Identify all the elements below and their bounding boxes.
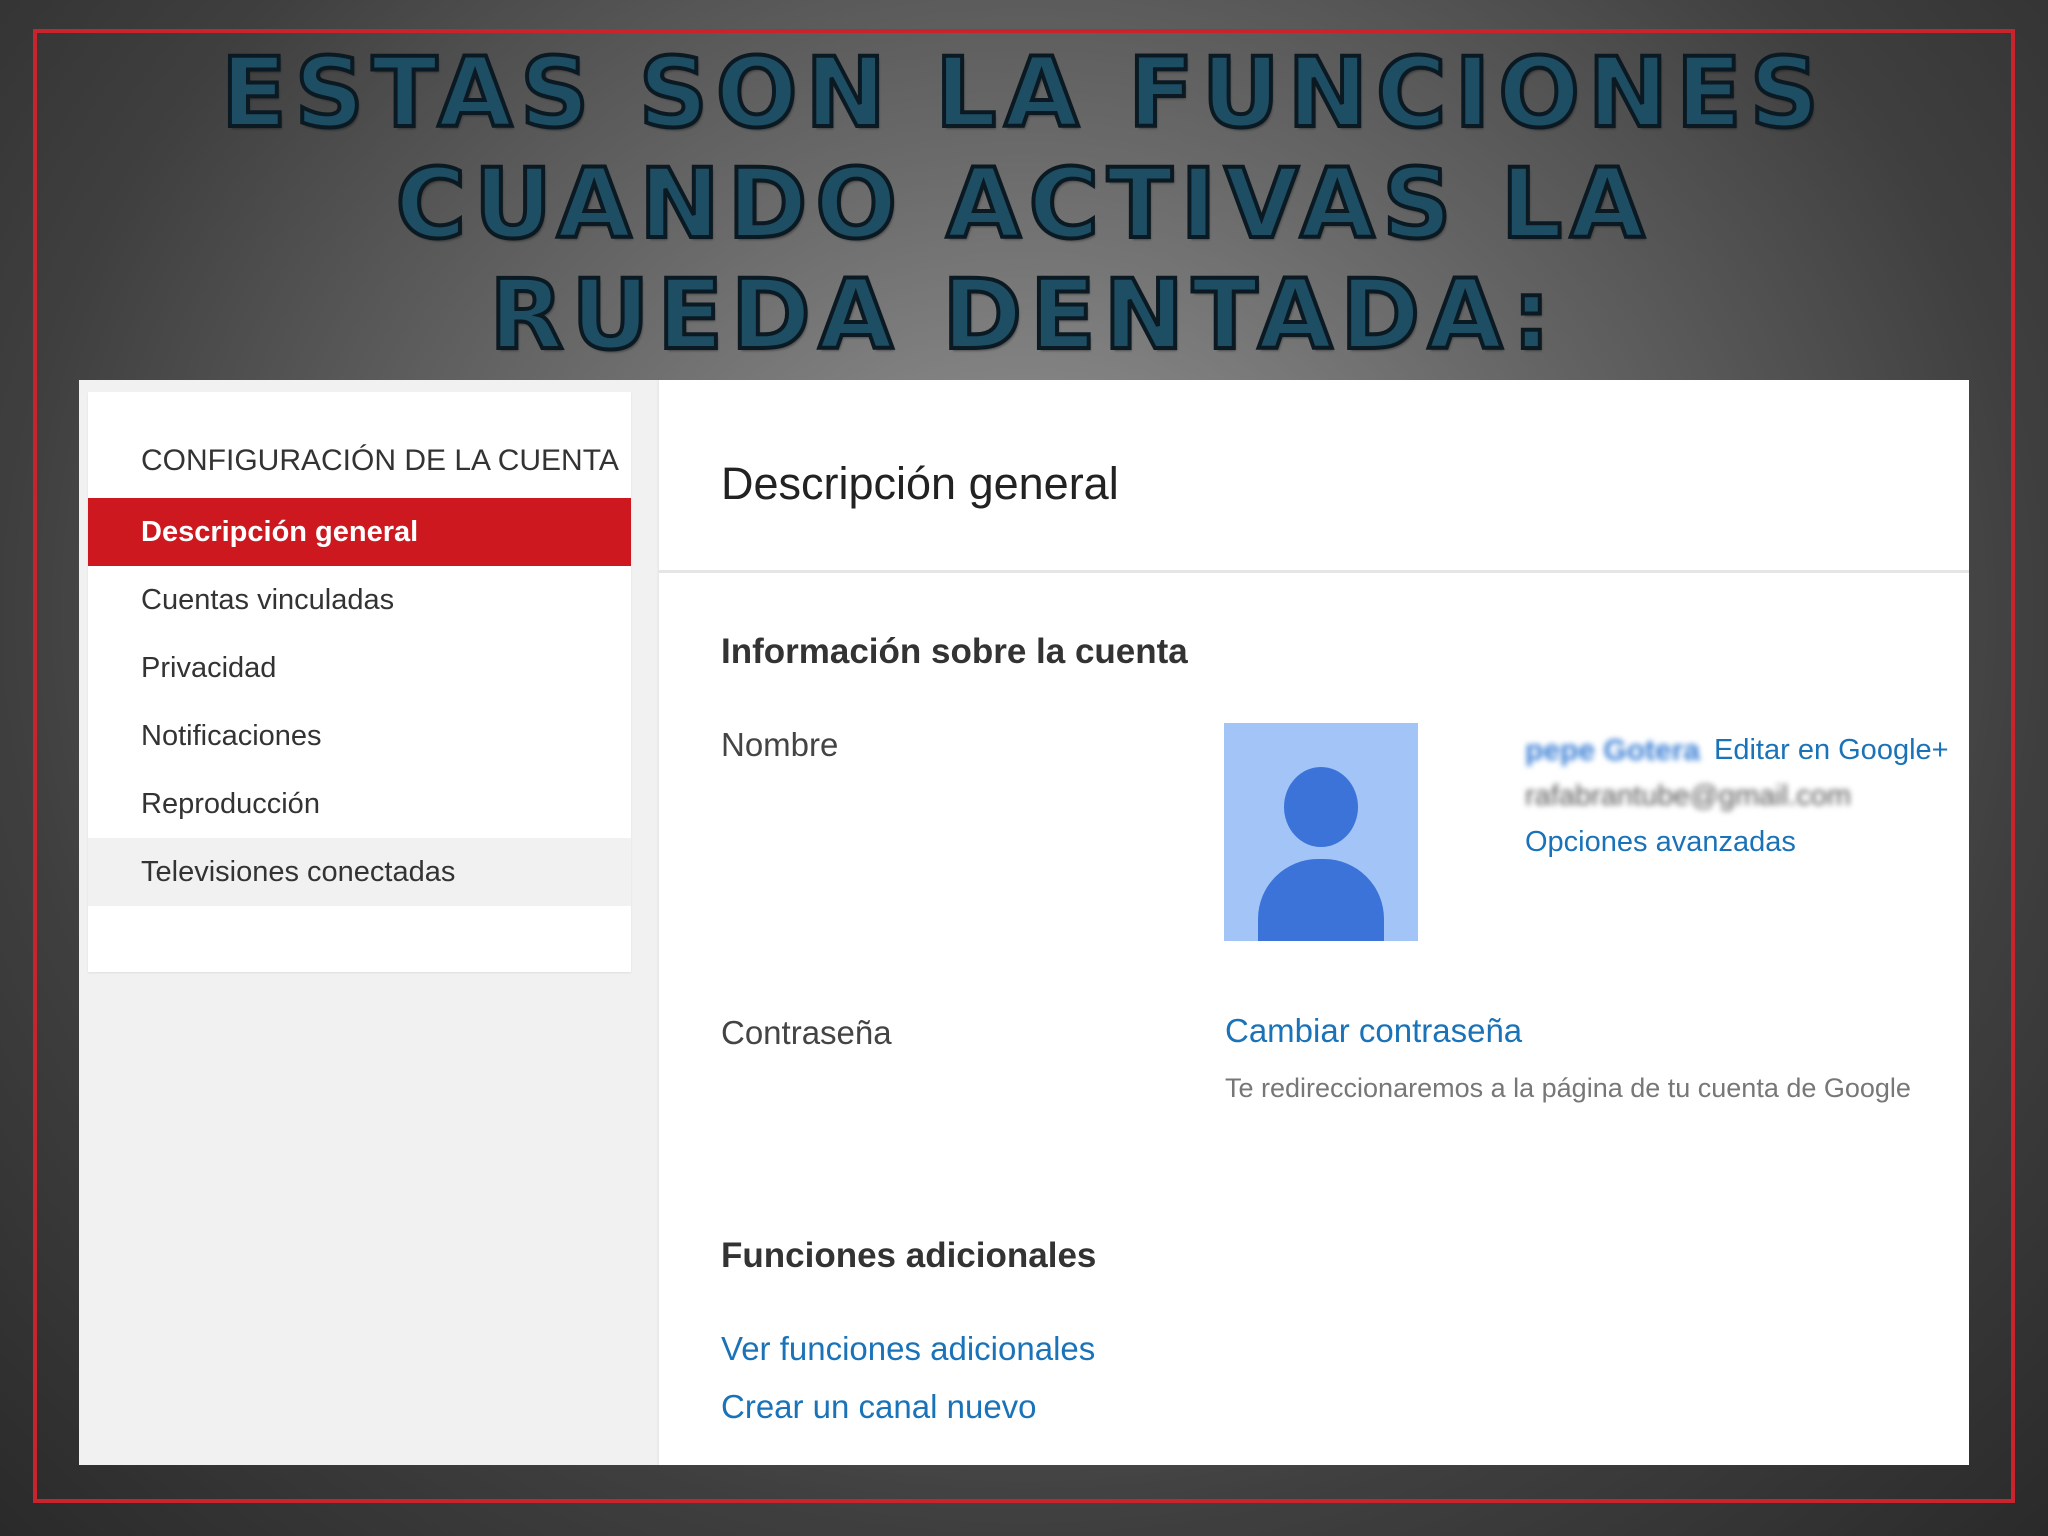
name-label: Nombre	[721, 726, 839, 763]
view-additional-features-link[interactable]: Ver funciones adicionales	[721, 1330, 1095, 1368]
page-title: Descripción general	[721, 458, 1119, 509]
youtube-settings-screenshot: CONFIGURACIÓN DE LA CUENTA Descripción g…	[79, 380, 1969, 1465]
slide-title: ESTAS SON LA FUNCIONES CUANDO ACTIVAS LA…	[219, 36, 1827, 373]
settings-sidebar: CONFIGURACIÓN DE LA CUENTA Descripción g…	[88, 392, 631, 972]
sidebar-item-notificaciones[interactable]: Notificaciones	[88, 702, 631, 770]
advanced-options-link[interactable]: Opciones avanzadas	[1525, 826, 1796, 859]
edit-google-plus-link[interactable]: Editar en Google+	[1714, 734, 1949, 767]
sidebar-item-cuentas-vinculadas[interactable]: Cuentas vinculadas	[88, 566, 631, 634]
sidebar-item-descripcion-general[interactable]: Descripción general	[88, 498, 631, 566]
user-name[interactable]: pepe Gotera	[1525, 734, 1700, 768]
sidebar-item-reproduccion[interactable]: Reproducción	[88, 770, 631, 838]
user-email: rafabrantube@gmail.com	[1525, 780, 1852, 812]
password-label: Contraseña	[721, 1014, 892, 1051]
change-password-link[interactable]: Cambiar contraseña	[1225, 1012, 1522, 1050]
avatar-head	[1284, 767, 1358, 847]
avatar-body	[1258, 859, 1384, 941]
create-new-channel-link[interactable]: Crear un canal nuevo	[721, 1388, 1037, 1426]
sidebar-item-privacidad[interactable]: Privacidad	[88, 634, 631, 702]
default-user-avatar-icon[interactable]	[1224, 723, 1418, 941]
sidebar-heading: CONFIGURACIÓN DE LA CUENTA	[141, 444, 619, 477]
settings-main-panel: Descripción general Información sobre la…	[659, 380, 1969, 1465]
password-hint: Te redireccionaremos a la página de tu c…	[1225, 1073, 1911, 1103]
additional-features-heading: Funciones adicionales	[721, 1236, 1097, 1275]
sidebar-item-televisiones-conectadas[interactable]: Televisiones conectadas	[88, 838, 631, 906]
header-divider	[659, 570, 1969, 573]
sidebar-nav: Descripción general Cuentas vinculadas P…	[88, 498, 631, 906]
account-info-heading: Información sobre la cuenta	[721, 632, 1188, 671]
